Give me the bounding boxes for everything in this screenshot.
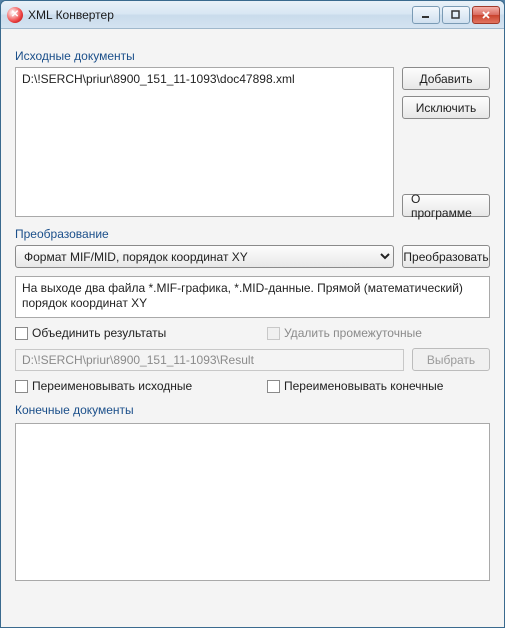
rename-dst-checkbox-wrap[interactable]: Переименовывать конечные [267,379,443,393]
source-list-item[interactable]: D:\!SERCH\priur\8900_151_11-1093\doc4789… [22,72,387,86]
add-button-label: Добавить [419,72,472,86]
delete-temp-checkbox-wrap: Удалить промежуточные [267,326,422,340]
about-button-label: О программе [411,192,481,220]
source-listbox[interactable]: D:\!SERCH\priur\8900_151_11-1093\doc4789… [15,67,394,217]
format-side: Преобразовать [402,245,490,268]
format-row: Формат MIF/MID, порядок координат XY Пре… [15,245,490,268]
merge-checkbox[interactable] [15,327,28,340]
output-listbox[interactable] [15,423,490,581]
source-main: D:\!SERCH\priur\8900_151_11-1093\doc4789… [15,67,394,217]
source-row: D:\!SERCH\priur\8900_151_11-1093\doc4789… [15,67,490,217]
add-button[interactable]: Добавить [402,67,490,90]
rename-src-checkbox-wrap[interactable]: Переименовывать исходные [15,379,267,393]
rename-src-checkbox-label: Переименовывать исходные [32,379,192,393]
window-controls [410,6,500,24]
about-button[interactable]: О программе [402,194,490,217]
format-combobox[interactable]: Формат MIF/MID, порядок координат XY [15,245,394,268]
transform-section-label: Преобразование [15,227,490,241]
convert-button-label: Преобразовать [403,250,488,264]
options-row-1: Объединить результаты Удалить промежуточ… [15,326,490,340]
delete-temp-checkbox-label: Удалить промежуточные [284,326,422,340]
convert-button[interactable]: Преобразовать [402,245,490,268]
delete-temp-checkbox [267,327,280,340]
rename-dst-checkbox[interactable] [267,380,280,393]
rename-src-checkbox[interactable] [15,380,28,393]
source-side: Добавить Исключить О программе [402,67,490,217]
format-description: На выходе два файла *.MIF-графика, *.MID… [15,276,490,318]
source-section-label: Исходные документы [15,49,490,63]
window-title: XML Конвертер [28,8,410,22]
rename-dst-checkbox-label: Переименовывать конечные [284,379,443,393]
merge-checkbox-wrap[interactable]: Объединить результаты [15,326,267,340]
options-row-2: Переименовывать исходные Переименовывать… [15,379,490,393]
result-path-row: Выбрать [15,348,490,371]
merge-checkbox-label: Объединить результаты [32,326,166,340]
maximize-button[interactable] [442,6,470,24]
minimize-button[interactable] [412,6,440,24]
app-icon: ✕ [7,7,23,23]
select-path-button: Выбрать [412,348,490,371]
close-button[interactable] [472,6,500,24]
exclude-button[interactable]: Исключить [402,96,490,119]
format-main: Формат MIF/MID, порядок координат XY [15,245,394,268]
output-section-label: Конечные документы [15,403,490,417]
exclude-button-label: Исключить [416,101,476,115]
titlebar[interactable]: ✕ XML Конвертер [1,1,504,29]
client-area: Исходные документы D:\!SERCH\priur\8900_… [1,29,504,627]
select-path-button-label: Выбрать [427,353,475,367]
result-path-input [15,349,404,371]
app-window: ✕ XML Конвертер Исходные документы D:\!S… [0,0,505,628]
